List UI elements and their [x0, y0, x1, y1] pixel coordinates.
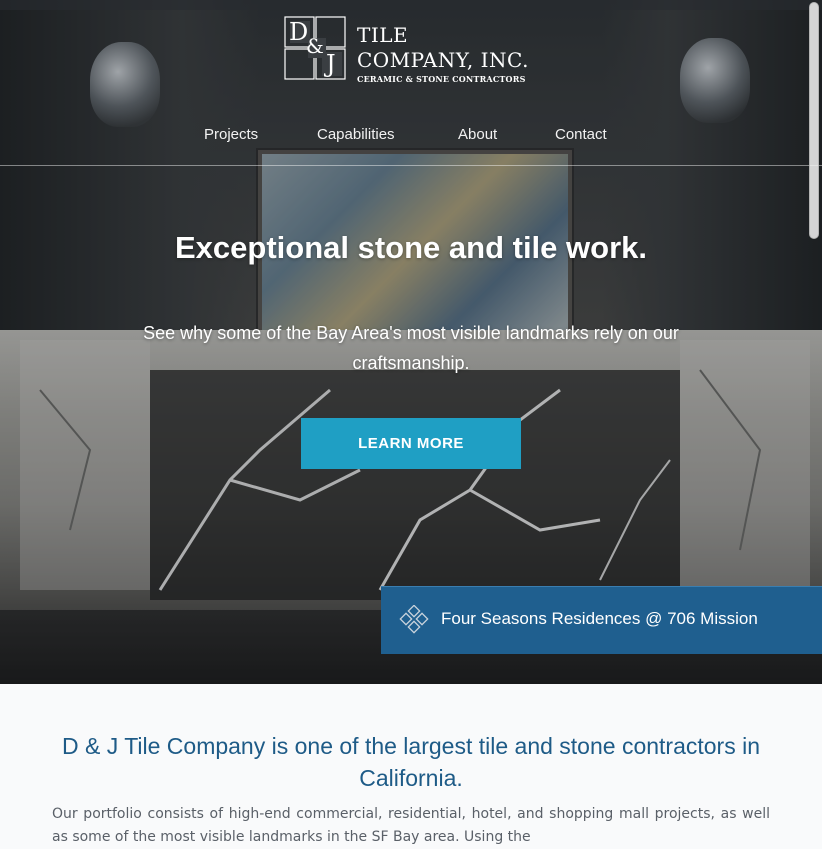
intro-body: Our portfolio consists of high-end comme…: [52, 806, 770, 845]
hero-title: Exceptional stone and tile work.: [175, 230, 647, 265]
main-nav: Projects Capabilities About Contact: [0, 116, 822, 166]
scrollbar-thumb[interactable]: [809, 2, 819, 239]
learn-more-button[interactable]: LEARN MORE: [301, 418, 521, 469]
nav-item-projects[interactable]: Projects: [204, 126, 258, 143]
hero-subtitle: See why some of the Bay Area's most visi…: [143, 323, 679, 373]
intro-title: D & J Tile Company is one of the largest…: [61, 733, 761, 791]
nav-item-contact[interactable]: Contact: [555, 126, 607, 143]
page-scrollbar[interactable]: [808, 0, 820, 843]
project-caption[interactable]: Four Seasons Residences @ 706 Mission: [381, 586, 822, 654]
nav-item-about[interactable]: About: [458, 126, 497, 143]
logo-mark-letter-j: J: [326, 50, 336, 78]
top-bar: [0, 0, 822, 10]
logo-name-line-2: COMPANY, INC.: [357, 48, 529, 72]
nav-item-capabilities[interactable]: Capabilities: [317, 126, 395, 143]
project-caption-text: Four Seasons Residences @ 706 Mission: [441, 609, 758, 628]
logo-tagline: CERAMIC & STONE CONTRACTORS: [357, 74, 526, 84]
logo-name-line-1: TILE: [357, 23, 409, 47]
diamond-tiles-icon: [399, 604, 431, 637]
logo-mark-ampersand: &: [306, 34, 324, 58]
site-logo[interactable]: D & J TILE COMPANY, INC. CERAMIC & STONE…: [284, 14, 544, 84]
